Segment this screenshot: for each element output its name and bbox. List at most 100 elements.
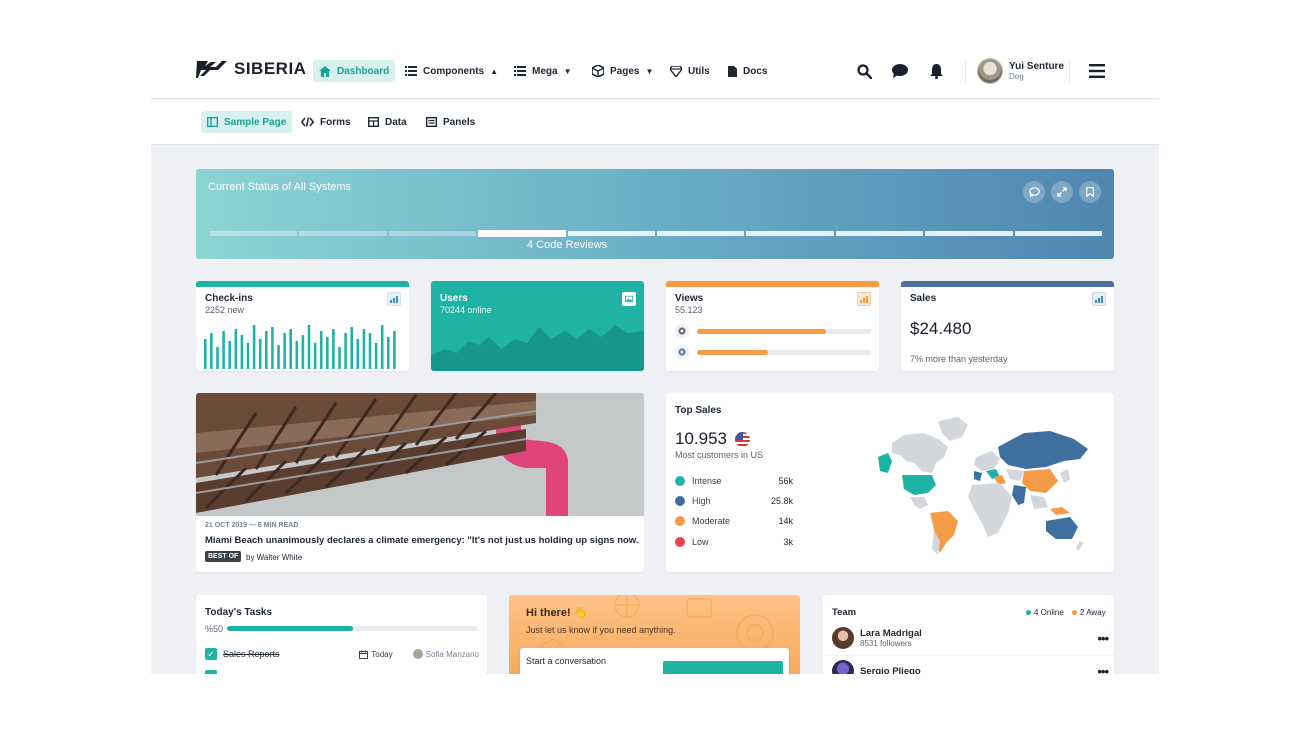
more-icon[interactable]: ••• [1097,631,1109,646]
nav-utils[interactable]: Utils [664,60,716,82]
nav-components[interactable]: Components ▲ [399,60,504,82]
chevron-up-icon: ▲ [490,66,499,76]
hamburger-icon [1089,64,1105,78]
legend-dot [675,476,685,486]
checkin-bar [265,331,268,369]
us-flag-icon [735,431,750,447]
progress-segment [746,231,834,236]
notifications-button[interactable] [927,62,945,80]
subnav-forms[interactable]: Forms [295,111,357,133]
card-title: Views [675,293,704,304]
checkin-bar [393,331,396,369]
views-bar-1 [697,328,871,334]
checkin-bar [271,327,274,369]
world-map [878,417,1088,555]
legend-label: Intense [692,476,722,486]
tasks-percent: %50 [205,624,224,634]
new-conversation-button[interactable] [663,661,783,674]
conversation-panel[interactable]: Start a conversation [520,648,789,674]
table-icon [368,117,379,127]
expand-button[interactable] [1051,181,1073,203]
legend-item: Low 3k [675,537,793,547]
legend-label: Moderate [692,516,731,526]
card-accent [666,281,879,287]
conversation-label: Start a conversation [526,656,607,666]
news-card[interactable]: 21 OCT 2019 — 6 MIN READ Miami Beach una… [196,393,644,572]
checkin-bar [319,331,323,369]
progress-segment [299,231,387,236]
task-checkbox[interactable]: ✓ [205,648,217,660]
views-bar-fill [697,328,826,334]
home-icon [319,65,331,77]
divider [965,60,966,82]
legend-dot [675,537,685,547]
legend-dot [675,496,685,506]
code-icon [301,117,314,127]
legend-item: Moderate 14k [675,516,793,526]
menu-button[interactable] [1088,62,1106,80]
member-name[interactable]: Sergio Pliego [860,666,921,675]
checkin-bar [344,333,347,369]
progress-segment [388,231,477,236]
checkin-bar [332,329,335,369]
search-button[interactable] [855,62,873,80]
progress-segment [210,231,298,236]
subnav-sample-page[interactable]: Sample Page [201,111,293,133]
legend-label: Low [692,537,709,547]
sales-card: Sales $24.480 7% more than yesterday [901,281,1114,371]
checkin-bar [326,337,329,369]
tasks-progress [227,626,478,631]
banner-caption: 4 Code Reviews [527,239,608,251]
user-menu[interactable]: Yui Senture Dog [977,58,1064,84]
task-assignee: Sofia Manzano [412,649,479,659]
subnav-data[interactable]: Data [362,111,413,133]
task-checkbox[interactable] [205,670,217,674]
expand-icon [1057,187,1067,197]
checkin-bar [283,333,286,369]
subnav-forms-label: Forms [320,116,351,128]
checkin-bar [228,341,231,369]
status-banner: Current Status of All Systems 4 Code Rev… [196,169,1114,259]
nav-dashboard[interactable]: Dashboard [313,60,396,82]
browser-icon [675,345,689,359]
checkin-bar [307,325,311,369]
nav-mega[interactable]: Mega ▼ [508,60,577,82]
nav-pages[interactable]: Pages ▼ [586,60,659,82]
chat-button[interactable] [891,62,909,80]
news-image [196,393,644,516]
top-sales-value: 10.953 [675,429,727,448]
member-name[interactable]: Lara Madrigal [860,628,922,639]
list-icon [405,66,417,76]
top-sales-value-row: 10.953 [675,429,750,449]
card-title: Users [440,293,468,304]
comment-button[interactable] [1023,181,1045,203]
checkin-bar [313,343,317,369]
news-headline[interactable]: Miami Beach unanimously declares a clima… [205,535,638,546]
away-count: 2 Away [1080,608,1106,617]
nav-docs[interactable]: Docs [722,60,773,82]
bell-icon [929,63,943,79]
search-icon [856,63,872,79]
divider [1069,60,1070,82]
news-meta: 21 OCT 2019 — 6 MIN READ [205,522,299,529]
subnav-panels[interactable]: Panels [420,111,481,133]
avatar [977,58,1003,84]
checkins-card: Check-ins 2252 new [196,281,409,371]
legend-value: 14k [778,516,793,526]
views-row-browser-2 [675,345,871,359]
bookmark-button[interactable] [1079,181,1101,203]
more-icon[interactable]: ••• [1097,664,1109,675]
progress-segment [657,231,745,236]
nav-docs-label: Docs [743,65,768,77]
app-frame: SIBERIA Dashboard Components ▲ Mega ▼ Pa… [151,40,1159,674]
bookmark-icon [1086,187,1094,197]
legend-value: 56k [778,476,793,486]
calendar-icon [359,650,369,659]
brand-logo[interactable]: SIBERIA [196,58,306,80]
bar-chart-icon [387,292,401,306]
chat-icon [892,64,908,78]
online-count: 4 Online [1034,608,1064,617]
task-due: Today [359,650,393,659]
checkin-bar [289,329,292,369]
views-bar-fill [697,349,769,355]
